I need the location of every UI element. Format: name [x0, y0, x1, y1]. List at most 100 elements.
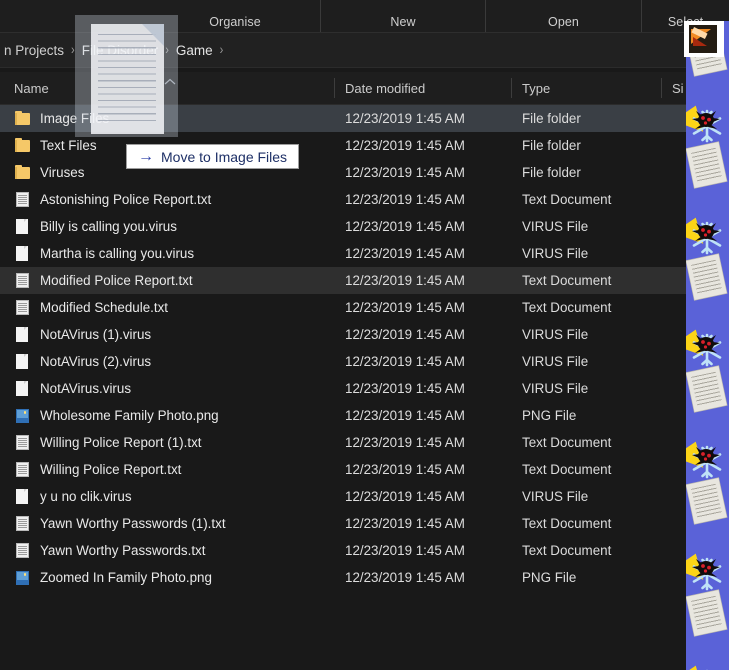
file-row[interactable]: Modified Schedule.txt 12/23/2019 1:45 AM T… [0, 294, 729, 321]
file-row[interactable]: Martha is calling you.virus 12/23/2019 1:… [0, 240, 729, 267]
blank-file-icon [14, 218, 31, 235]
text-document-icon-part [18, 194, 27, 205]
file-name-label: Wholesome Family Photo.png [40, 408, 219, 423]
ribbon-group-open[interactable]: Open [486, 0, 641, 32]
text-document-icon [14, 542, 31, 559]
file-date-modified: 12/23/2019 1:45 AM [345, 462, 465, 477]
file-date-modified: 12/23/2019 1:45 AM [345, 570, 465, 585]
folder-icon-part [15, 166, 30, 179]
file-row[interactable]: Viruses 12/23/2019 1:45 AM File folder [0, 159, 729, 186]
text-document-icon-part [18, 275, 27, 286]
ribbon-group-new[interactable]: New [321, 0, 485, 32]
file-name-label: Yawn Worthy Passwords (1).txt [40, 516, 226, 531]
file-row[interactable]: Yawn Worthy Passwords.txt 12/23/2019 1:45… [0, 537, 729, 564]
file-date-modified: 12/23/2019 1:45 AM [345, 273, 465, 288]
drop-action-tooltip: → Move to Image Files [126, 144, 300, 169]
file-row[interactable]: Willing Police Report (1).txt 12/23/2019 … [0, 429, 729, 456]
column-divider[interactable] [661, 78, 662, 98]
file-date-modified: 12/23/2019 1:45 AM [345, 381, 465, 396]
blank-file-icon [14, 326, 31, 343]
file-name-cell[interactable]: Astonishing Police Report.txt [14, 191, 211, 208]
file-name-cell[interactable]: Wholesome Family Photo.png [14, 407, 219, 424]
breadcrumb-item-game[interactable]: Game [172, 43, 217, 58]
paper-scroll-lines [691, 595, 723, 632]
file-name-cell[interactable]: Text Files [14, 137, 97, 154]
file-date-modified: 12/23/2019 1:45 AM [345, 246, 465, 261]
file-name-cell[interactable]: Martha is calling you.virus [14, 245, 194, 262]
column-header-type[interactable]: Type [522, 72, 550, 104]
column-header-label: Date modified [345, 80, 426, 96]
ribbon-group-label: Open [548, 15, 579, 29]
ribbon-separator [641, 0, 642, 32]
blank-file-icon [14, 245, 31, 262]
file-row[interactable]: NotAVirus (2).virus 12/23/2019 1:45 AM VIR… [0, 348, 729, 375]
text-document-icon [14, 299, 31, 316]
file-name-cell[interactable]: Yawn Worthy Passwords (1).txt [14, 515, 226, 532]
app-shortcut-icon[interactable] [684, 21, 724, 57]
column-header-size[interactable]: Si [672, 72, 684, 104]
column-divider[interactable] [334, 78, 335, 98]
folder-icon-part [15, 166, 18, 179]
file-row[interactable]: Astonishing Police Report.txt 12/23/2019 … [0, 186, 729, 213]
file-type: PNG File [522, 570, 577, 585]
file-row[interactable]: Yawn Worthy Passwords (1).txt 12/23/2019 … [0, 510, 729, 537]
file-name-cell[interactable]: Zoomed In Family Photo.png [14, 569, 212, 586]
file-type: VIRUS File [522, 489, 589, 504]
file-type: VIRUS File [522, 381, 589, 396]
file-name-cell[interactable]: Willing Police Report (1).txt [14, 434, 201, 451]
file-row[interactable]: NotAVirus.virus 12/23/2019 1:45 AM VIRUS F… [0, 375, 729, 402]
paper-scroll-icon [686, 366, 727, 412]
file-date-modified: 12/23/2019 1:45 AM [345, 219, 465, 234]
file-name-label: Modified Schedule.txt [40, 300, 169, 315]
file-name-cell[interactable]: Viruses [14, 164, 84, 181]
file-name-cell[interactable]: Billy is calling you.virus [14, 218, 177, 235]
file-name-cell[interactable]: Modified Schedule.txt [14, 299, 168, 316]
document-drag-ghost-icon [75, 15, 178, 137]
text-document-icon [14, 191, 31, 208]
file-name-label: Modified Police Report.txt [40, 273, 193, 288]
wallpaper-pattern-tile [686, 541, 729, 653]
file-row[interactable]: Willing Police Report.txt 12/23/2019 1:45… [0, 456, 729, 483]
column-header-date[interactable]: Date modified [345, 72, 425, 104]
file-name-cell[interactable]: NotAVirus.virus [14, 380, 131, 397]
file-list[interactable]: Image Files 12/23/2019 1:45 AM File folder… [0, 105, 729, 670]
file-name-label: Yawn Worthy Passwords.txt [40, 543, 206, 558]
black-bug-icon [692, 331, 720, 357]
file-name-cell[interactable]: Modified Police Report.txt [14, 272, 193, 289]
wallpaper-pattern-tile [686, 429, 729, 541]
blank-file-icon [14, 353, 31, 370]
text-document-icon-part [18, 302, 27, 313]
file-name-label: Martha is calling you.virus [40, 246, 195, 261]
file-type: Text Document [522, 462, 612, 477]
file-explorer-window: OrganiseNewOpenSelect n Projects›File Di… [0, 0, 729, 670]
file-date-modified: 12/23/2019 1:45 AM [345, 138, 465, 153]
file-name-cell[interactable]: Yawn Worthy Passwords.txt [14, 542, 205, 559]
text-document-icon [14, 515, 31, 532]
file-name-cell[interactable]: y u no clik.virus [14, 488, 132, 505]
file-name-cell[interactable]: NotAVirus (1).virus [14, 326, 151, 343]
file-type: Text Document [522, 435, 612, 450]
file-type: VIRUS File [522, 246, 589, 261]
png-image-icon-part [17, 417, 28, 423]
file-row[interactable]: y u no clik.virus 12/23/2019 1:45 AM VIRUS… [0, 483, 729, 510]
blank-file-icon [14, 488, 31, 505]
column-header-name[interactable]: Name [14, 72, 49, 104]
file-row[interactable]: NotAVirus (1).virus 12/23/2019 1:45 AM VIR… [0, 321, 729, 348]
file-row[interactable]: Billy is calling you.virus 12/23/2019 1:4… [0, 213, 729, 240]
file-row[interactable]: Modified Police Report.txt 12/23/2019 1:4… [0, 267, 729, 294]
column-divider[interactable] [511, 78, 512, 98]
file-name-label: y u no clik.virus [40, 489, 132, 504]
text-document-icon-part [18, 464, 27, 475]
breadcrumb-item-n-projects[interactable]: n Projects [0, 43, 68, 58]
breadcrumb-separator-icon[interactable]: › [217, 43, 227, 58]
drag-ghost-page-fold [142, 24, 164, 46]
file-name-cell[interactable]: NotAVirus (2).virus [14, 353, 151, 370]
blank-file-icon-part [24, 246, 28, 249]
file-row[interactable]: Zoomed In Family Photo.png 12/23/2019 1:4… [0, 564, 729, 591]
blank-file-icon-part [24, 489, 28, 492]
text-document-icon [14, 461, 31, 478]
paper-scroll-icon [686, 590, 727, 636]
file-name-cell[interactable]: Willing Police Report.txt [14, 461, 181, 478]
file-type: File folder [522, 111, 581, 126]
file-row[interactable]: Wholesome Family Photo.png 12/23/2019 1:4… [0, 402, 729, 429]
